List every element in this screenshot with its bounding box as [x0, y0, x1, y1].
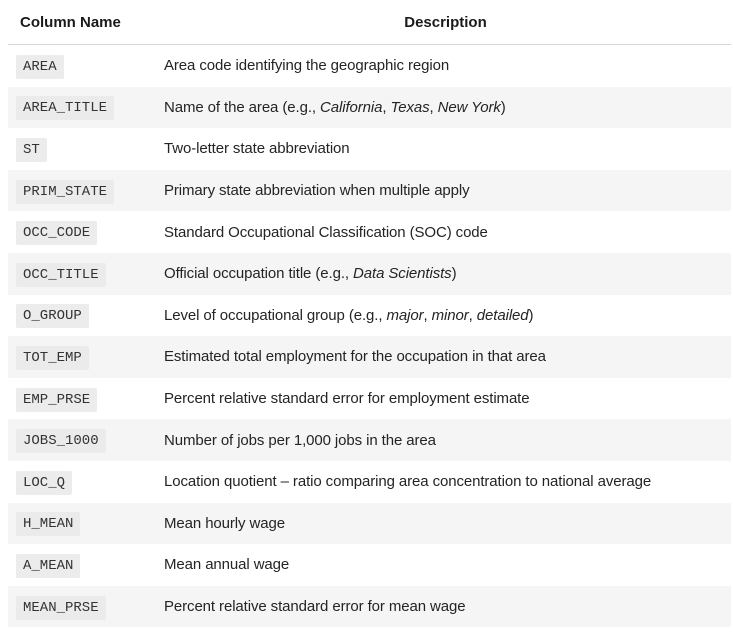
description-text: Standard Occupational Classification (SO… — [164, 223, 488, 241]
column-name-cell: LOC_Q — [8, 461, 160, 503]
table-row: MEAN_PRSE Percent relative standard error… — [8, 585, 731, 628]
header-column-name: Column Name — [8, 0, 160, 45]
description-cell: Name of the area (e.g., California, Texa… — [160, 86, 731, 129]
description-text: Number of jobs per 1,000 jobs in the are… — [164, 431, 436, 449]
column-name-cell: AREA — [8, 45, 160, 87]
description-cell: Standard Occupational Classification (SO… — [160, 211, 731, 253]
column-code: PRIM_STATE — [16, 179, 115, 204]
header-description: Description — [160, 0, 731, 45]
column-description-table: Column Name Description AREA Area code id… — [8, 0, 731, 628]
description-text: ) — [451, 265, 457, 283]
description-text: ) — [500, 98, 506, 116]
column-code: O_GROUP — [16, 304, 89, 329]
column-code: OCC_TITLE — [16, 262, 106, 287]
description-text: Percent relative standard error for mean… — [164, 598, 466, 616]
column-name-cell: OCC_TITLE — [8, 252, 160, 295]
table-row: AREA Area code identifying the geographic… — [8, 45, 731, 87]
table-row: EMP_PRSE Percent relative standard error … — [8, 378, 731, 420]
column-name-cell: OCC_CODE — [8, 211, 160, 253]
column-name-cell: PRIM_STATE — [8, 169, 160, 212]
description-cell: Two-letter state abbreviation — [160, 128, 731, 170]
table-row: A_MEAN Mean annual wage — [8, 544, 731, 586]
table-row: ST Two-letter state abbreviation — [8, 128, 731, 170]
column-code: EMP_PRSE — [16, 387, 98, 412]
column-code: H_MEAN — [16, 512, 81, 537]
table-row: OCC_TITLE Official occupation title (e.g.… — [8, 252, 731, 295]
description-cell: Percent relative standard error for mean… — [160, 585, 731, 628]
column-code: LOC_Q — [16, 470, 73, 495]
table-row: O_GROUP Level of occupational group (e.g.… — [8, 295, 731, 337]
column-name-cell: A_MEAN — [8, 544, 160, 586]
description-example: minor — [431, 306, 469, 324]
table-row: H_MEAN Mean hourly wage — [8, 502, 731, 545]
table-header-row: Column Name Description — [8, 0, 731, 45]
description-cell: Area code identifying the geographic reg… — [160, 45, 731, 87]
description-text: Level of occupational group (e.g., — [164, 306, 387, 324]
description-text: , — [423, 306, 432, 324]
table-row: AREA_TITLE Name of the area (e.g., Califo… — [8, 86, 731, 129]
column-name-cell: TOT_EMP — [8, 336, 160, 378]
column-code: AREA_TITLE — [16, 96, 115, 121]
description-cell: Primary state abbreviation when multiple… — [160, 169, 731, 212]
column-code: A_MEAN — [16, 553, 81, 578]
description-text: Two-letter state abbreviation — [164, 140, 350, 158]
description-text: ) — [528, 306, 534, 324]
description-text: , — [468, 306, 477, 324]
description-text: , — [429, 98, 438, 116]
table-row: TOT_EMP Estimated total employment for th… — [8, 336, 731, 378]
description-text: Mean annual wage — [164, 556, 290, 574]
description-cell: Level of occupational group (e.g., major… — [160, 295, 731, 337]
description-cell: Location quotient – ratio comparing area… — [160, 461, 731, 503]
column-name-cell: MEAN_PRSE — [8, 585, 160, 628]
description-text: , — [382, 98, 391, 116]
table-row: PRIM_STATE Primary state abbreviation whe… — [8, 169, 731, 212]
table-row: LOC_Q Location quotient – ratio comparing… — [8, 461, 731, 503]
column-name-cell: ST — [8, 128, 160, 170]
column-code: TOT_EMP — [16, 345, 89, 370]
description-cell: Estimated total employment for the occup… — [160, 336, 731, 378]
description-cell: Mean annual wage — [160, 544, 731, 586]
table-row: JOBS_1000 Number of jobs per 1,000 jobs i… — [8, 419, 731, 461]
description-cell: Percent relative standard error for empl… — [160, 378, 731, 420]
description-text: Area code identifying the geographic reg… — [164, 57, 450, 75]
column-code: OCC_CODE — [16, 221, 98, 246]
description-example: Texas — [390, 98, 430, 116]
description-cell: Number of jobs per 1,000 jobs in the are… — [160, 419, 731, 461]
description-text: Mean hourly wage — [164, 514, 285, 532]
description-example: major — [386, 306, 424, 324]
column-name-cell: O_GROUP — [8, 295, 160, 337]
table-body: AREA Area code identifying the geographic… — [8, 45, 731, 628]
table-row: OCC_CODE Standard Occupational Classifica… — [8, 211, 731, 253]
description-example: detailed — [476, 306, 529, 324]
column-code: MEAN_PRSE — [16, 595, 106, 620]
description-cell: Mean hourly wage — [160, 502, 731, 545]
description-text: Primary state abbreviation when multiple… — [164, 182, 470, 200]
description-cell: Official occupation title (e.g., Data Sc… — [160, 252, 731, 295]
column-name-cell: H_MEAN — [8, 502, 160, 545]
description-text: Name of the area (e.g., — [164, 98, 321, 116]
column-code: AREA — [16, 54, 64, 79]
description-text: Estimated total employment for the occup… — [164, 348, 546, 366]
description-example: New York — [437, 98, 501, 116]
column-name-cell: EMP_PRSE — [8, 378, 160, 420]
column-code: ST — [16, 137, 47, 162]
description-text: Official occupation title (e.g., — [164, 265, 354, 283]
description-text: Location quotient – ratio comparing area… — [164, 473, 652, 491]
column-name-cell: JOBS_1000 — [8, 419, 160, 461]
description-example: California — [320, 98, 383, 116]
column-name-cell: AREA_TITLE — [8, 86, 160, 129]
description-text: Percent relative standard error for empl… — [164, 390, 530, 408]
column-code: JOBS_1000 — [16, 429, 106, 454]
description-example: Data Scientists — [353, 265, 452, 283]
